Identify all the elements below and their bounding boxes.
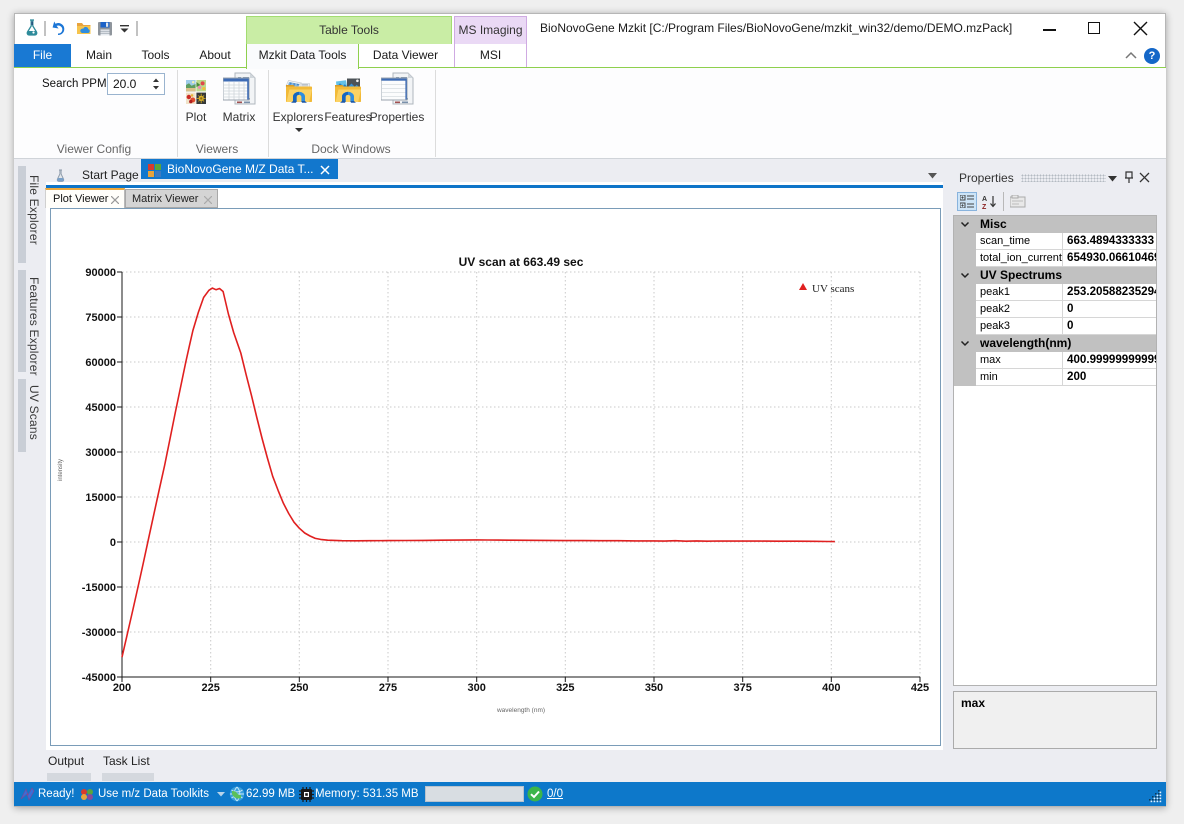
svg-text:375: 375	[734, 682, 752, 694]
svg-text:250: 250	[290, 682, 308, 694]
svg-text:75000: 75000	[85, 312, 116, 324]
svg-text:425: 425	[911, 682, 929, 694]
svg-text:UV scans: UV scans	[812, 283, 854, 295]
svg-text:UV scan at 663.49 sec: UV scan at 663.49 sec	[459, 255, 584, 269]
svg-text:-15000: -15000	[82, 582, 116, 594]
svg-text:90000: 90000	[85, 267, 116, 279]
svg-text:200: 200	[113, 682, 131, 694]
svg-text:225: 225	[202, 682, 220, 694]
svg-text:-30000: -30000	[82, 627, 116, 639]
svg-text:0: 0	[110, 537, 116, 549]
svg-text:Z: Z	[982, 204, 987, 209]
svg-text:A: A	[982, 196, 987, 203]
svg-text:15000: 15000	[85, 492, 116, 504]
svg-text:350: 350	[645, 682, 663, 694]
svg-text:275: 275	[379, 682, 397, 694]
svg-text:325: 325	[556, 682, 574, 694]
svg-text:300: 300	[468, 682, 486, 694]
svg-text:60000: 60000	[85, 357, 116, 369]
svg-text:wavelength (nm): wavelength (nm)	[496, 707, 545, 714]
svg-text:45000: 45000	[85, 402, 116, 414]
svg-text:30000: 30000	[85, 447, 116, 459]
svg-text:intensity: intensity	[58, 459, 64, 481]
svg-text:400: 400	[822, 682, 840, 694]
svg-text:-45000: -45000	[82, 672, 116, 684]
